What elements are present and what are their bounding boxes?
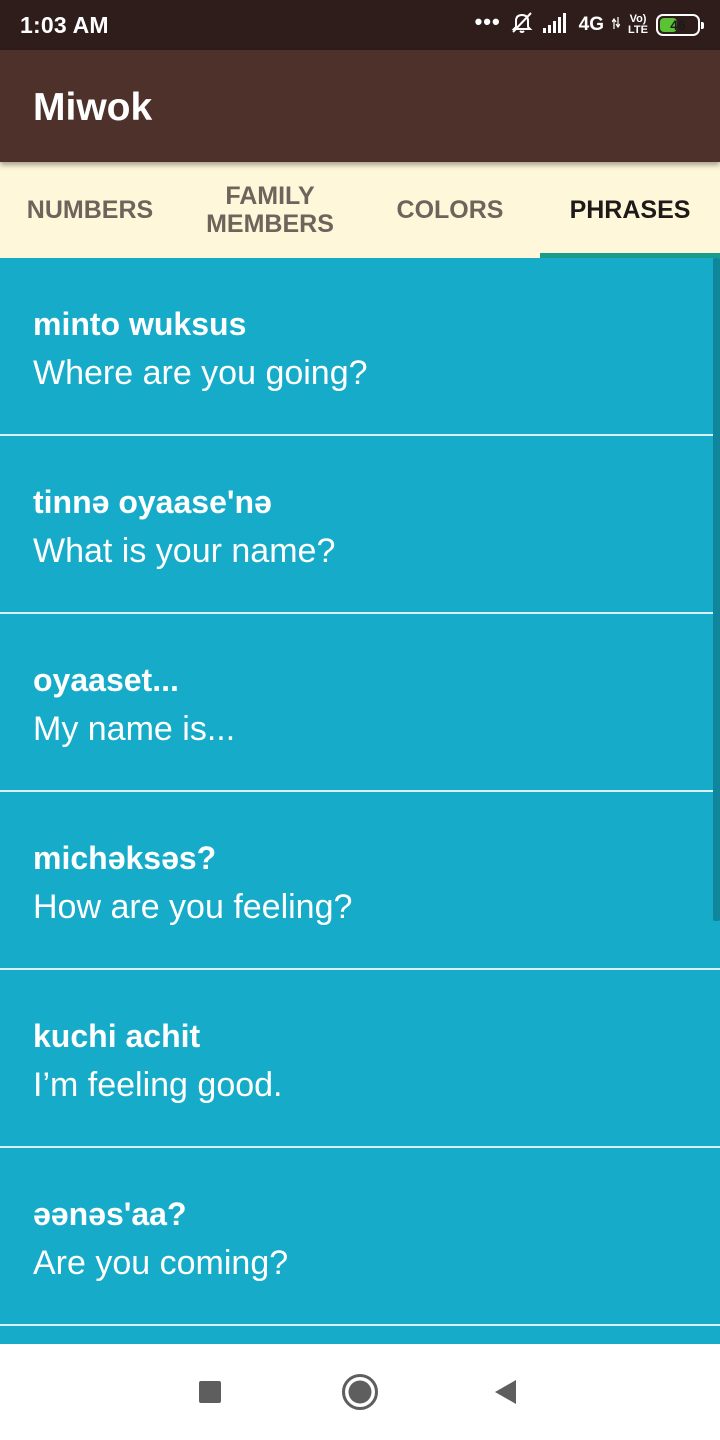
signal-icon — [542, 12, 571, 39]
volte-bottom: LTE — [628, 24, 648, 36]
list-item[interactable]: kuchi achit I’m feeling good. — [0, 970, 720, 1148]
tab-family-members[interactable]: FAMILY MEMBERS — [180, 162, 360, 258]
english-translation: I’m feeling good. — [33, 1066, 283, 1104]
list-item[interactable]: minto wuksus Where are you going? — [0, 258, 720, 436]
english-translation: What is your name? — [33, 532, 336, 570]
tab-colors[interactable]: COLORS — [360, 162, 540, 258]
tab-label: FAMILY MEMBERS — [206, 182, 334, 238]
status-icons: ••• 4G Vo) LTE 46 — [474, 9, 704, 41]
recents-square-icon[interactable] — [188, 1370, 232, 1414]
english-translation: How are you feeling? — [33, 888, 353, 926]
network-type: 4G — [578, 14, 605, 35]
status-time: 1:03 AM — [20, 12, 109, 38]
list-item[interactable]: michəksəs? How are you feeling? — [0, 792, 720, 970]
alarm-off-icon — [509, 10, 535, 41]
tab-phrases[interactable]: PHRASES — [540, 162, 720, 258]
english-translation: Are you coming? — [33, 1244, 289, 1282]
home-circle-icon[interactable] — [338, 1370, 382, 1414]
phrase-list[interactable]: minto wuksus Where are you going? tinnə … — [0, 258, 720, 1344]
miwok-phrase: tinnə oyaase'nə — [33, 484, 272, 520]
navigation-bar — [0, 1344, 720, 1440]
miwok-phrase: minto wuksus — [33, 306, 247, 342]
scrollbar-thumb[interactable] — [713, 258, 720, 921]
data-arrows-icon — [611, 16, 621, 35]
miwok-phrase: michəksəs? — [33, 840, 217, 876]
miwok-phrase: kuchi achit — [33, 1018, 201, 1054]
app-bar: Miwok — [0, 50, 720, 162]
more-notifications-icon: ••• — [474, 9, 501, 34]
english-translation: Where are you going? — [33, 354, 368, 392]
app-title: Miwok — [33, 86, 153, 129]
tab-label: NUMBERS — [26, 196, 154, 224]
status-bar: 1:03 AM ••• 4G Vo) LTE 46 — [0, 0, 720, 50]
battery-tip — [701, 22, 704, 29]
miwok-phrase: əənəs'aa? — [33, 1196, 187, 1232]
tab-label: PHRASES — [569, 196, 691, 224]
tab-label: COLORS — [396, 196, 504, 224]
english-translation: My name is... — [33, 710, 236, 748]
volte-indicator: Vo) LTE — [628, 14, 648, 36]
miwok-phrase: oyaaset... — [33, 662, 179, 698]
list-item[interactable]: əənəs'aa? Are you coming? — [0, 1148, 720, 1326]
tab-numbers[interactable]: NUMBERS — [0, 162, 180, 258]
list-item[interactable]: oyaaset... My name is... — [0, 614, 720, 792]
battery-level: 46 — [670, 17, 686, 33]
list-item[interactable]: tinnə oyaase'nə What is your name? — [0, 436, 720, 614]
tab-bar: NUMBERS FAMILY MEMBERS COLORS PHRASES — [0, 162, 720, 258]
back-triangle-icon[interactable] — [484, 1370, 528, 1414]
list-item-partial[interactable] — [0, 1326, 720, 1344]
battery-icon: 46 — [656, 14, 704, 36]
active-tab-indicator — [540, 253, 720, 258]
